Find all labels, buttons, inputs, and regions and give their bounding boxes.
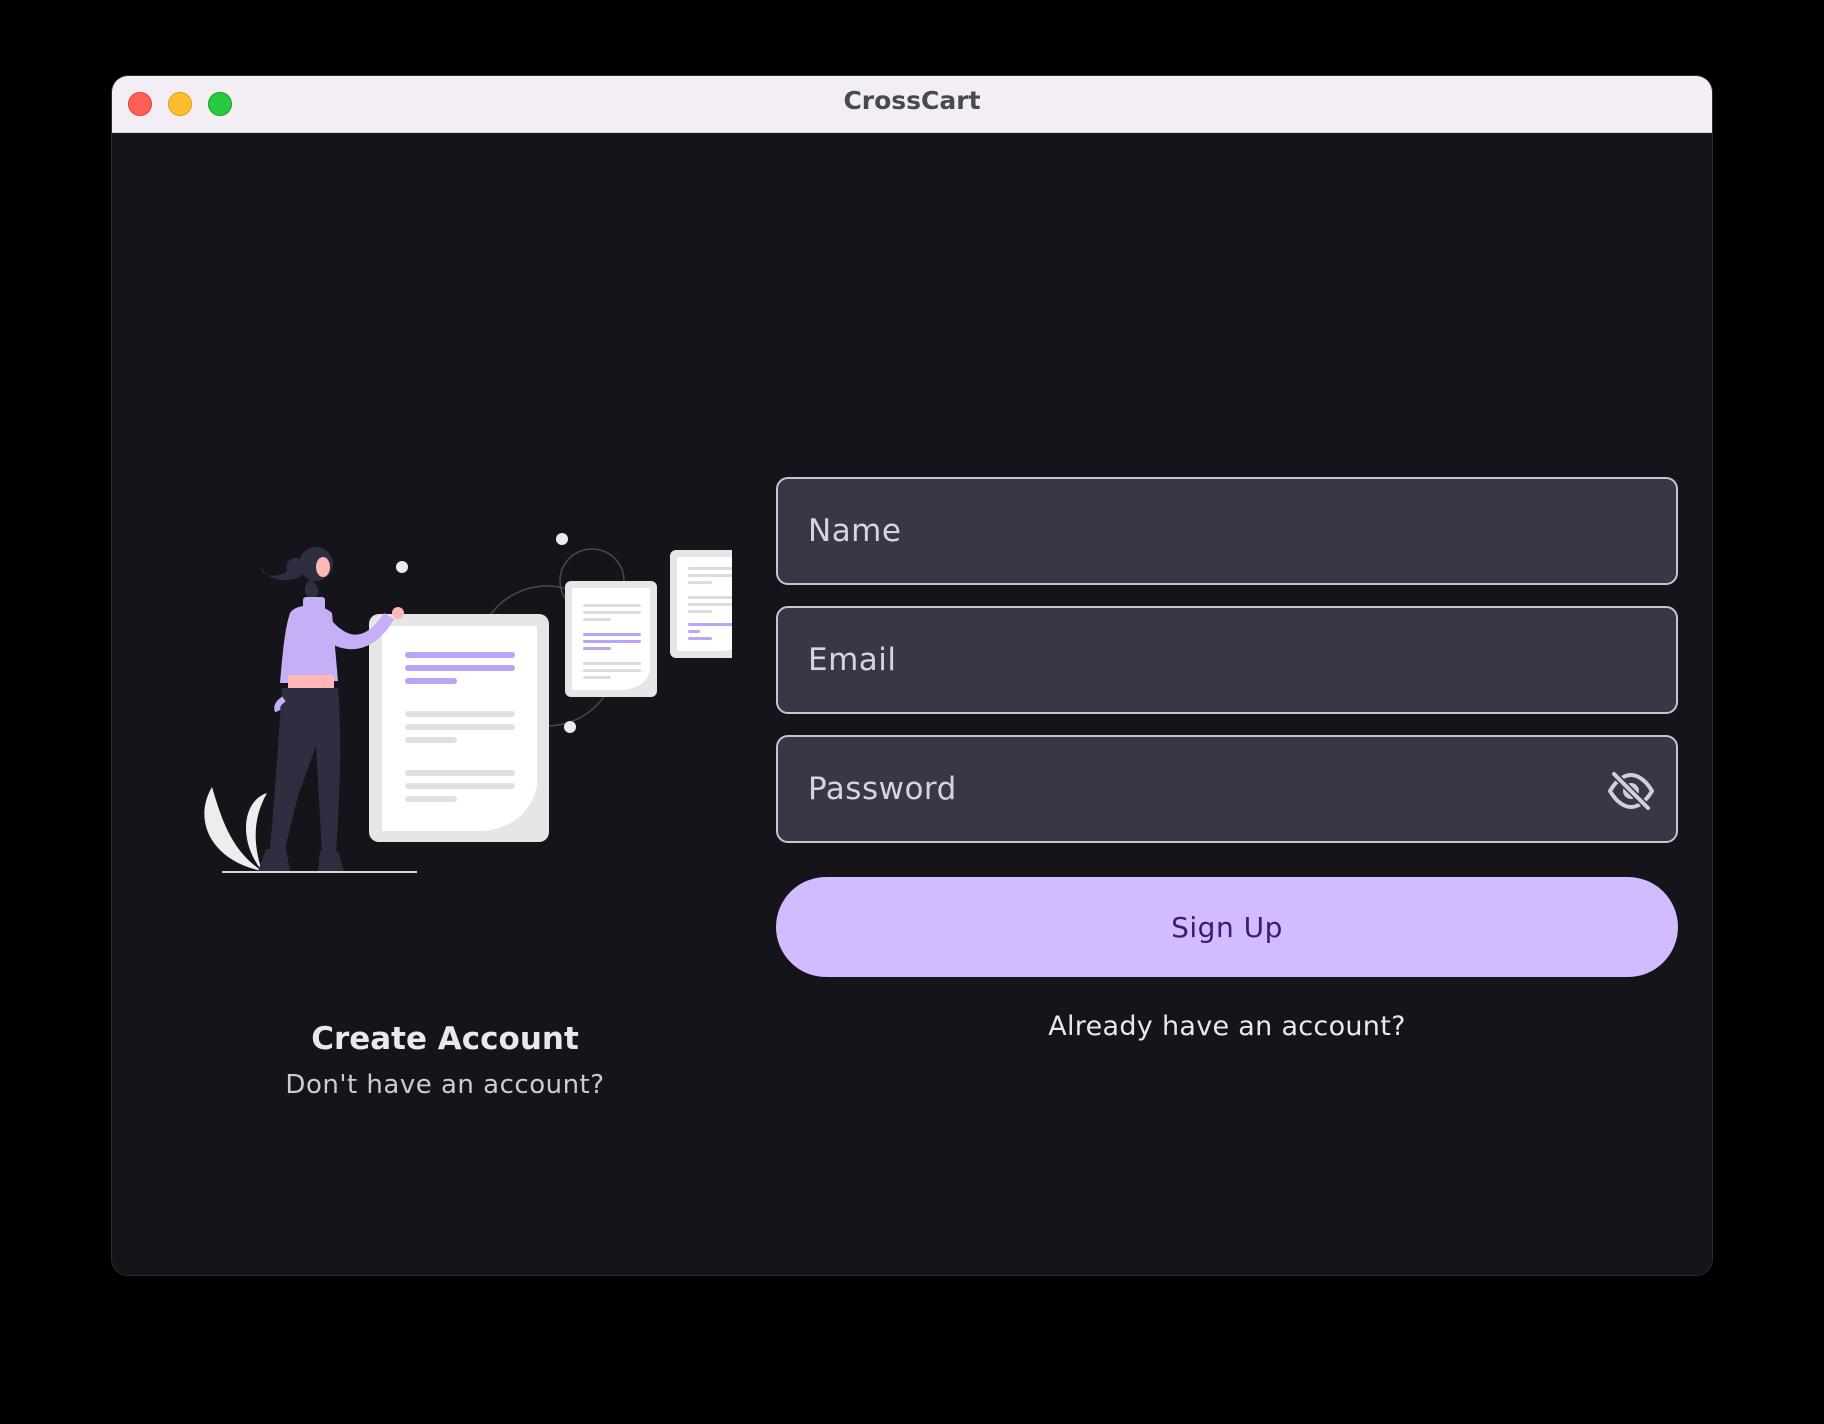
- already-have-account-link[interactable]: Already have an account?: [776, 1011, 1678, 1042]
- no-account-prompt[interactable]: Don't have an account?: [112, 1070, 778, 1100]
- title-bar[interactable]: CrossCart: [112, 76, 1712, 133]
- email-field[interactable]: [776, 606, 1678, 714]
- password-field[interactable]: [776, 735, 1678, 843]
- sign-up-button[interactable]: Sign Up: [776, 877, 1678, 977]
- signup-screen: Create Account Don't have an account? Si…: [112, 133, 1712, 1275]
- window-title: CrossCart: [843, 86, 981, 115]
- password-input[interactable]: [808, 737, 1588, 841]
- signup-illustration: [204, 533, 732, 873]
- app-window: CrossCart Create Account Don't have an a…: [112, 76, 1712, 1275]
- email-input[interactable]: [808, 608, 1588, 712]
- name-input[interactable]: [808, 479, 1588, 583]
- name-field[interactable]: [776, 477, 1678, 585]
- create-account-heading: Create Account: [311, 1021, 579, 1057]
- eye-off-icon[interactable]: [1608, 771, 1654, 811]
